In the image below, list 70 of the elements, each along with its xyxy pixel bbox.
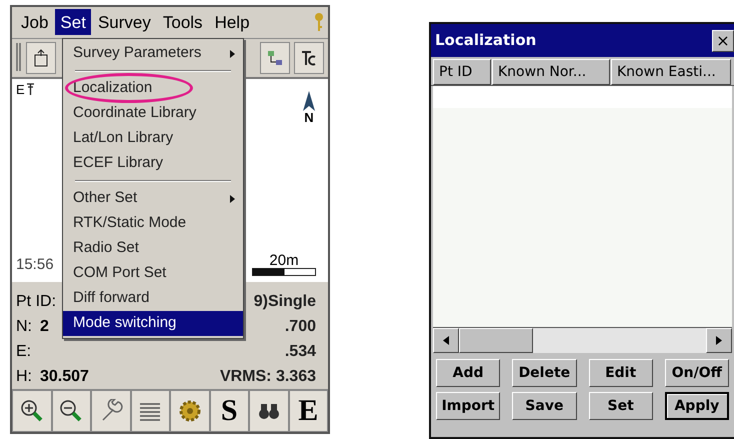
scale-bar-icon [252, 268, 316, 276]
field-label: N: [16, 317, 32, 338]
menu-item[interactable]: Diff forward [63, 286, 243, 311]
field-value: .534 [284, 342, 316, 362]
tc-symbol-icon [300, 49, 318, 68]
dialog-button[interactable]: On/Off [664, 359, 729, 387]
menu-item[interactable]: ECEF Library [63, 151, 243, 176]
dialog-button[interactable]: Import [436, 392, 500, 420]
field-value: .700 [284, 317, 316, 338]
menu-item[interactable]: Survey Parameters [63, 41, 243, 66]
menu-item[interactable]: Radio Set [63, 236, 243, 261]
map-label: E [16, 83, 25, 96]
grip-icon [16, 42, 22, 72]
menu-item[interactable]: Localization [63, 76, 243, 101]
north-arrow-icon [302, 91, 316, 112]
antenna-icon [26, 83, 35, 96]
submenu-arrow-icon [230, 50, 235, 58]
field-label: Pt ID: [16, 292, 56, 312]
menu-bar-item[interactable]: Job [16, 9, 54, 36]
gear-icon [178, 399, 202, 424]
field-value: 30.507 [40, 367, 89, 388]
menu-item[interactable]: Other Set [63, 186, 243, 211]
dialog-button[interactable]: Apply [664, 392, 729, 420]
right-arrow-icon [716, 336, 722, 345]
zoom-out-icon [59, 399, 84, 424]
letter-button[interactable]: E [288, 390, 328, 432]
dialog-button[interactable]: Edit [588, 359, 653, 387]
scroll-right-button[interactable] [706, 328, 732, 353]
dialog-button[interactable]: Add [436, 359, 500, 387]
scroll-thumb[interactable] [459, 328, 533, 353]
dialog-button[interactable]: Save [512, 392, 576, 420]
field-label: E: [16, 342, 32, 362]
menu-item[interactable]: RTK/Static Mode [63, 211, 243, 236]
connection-icon [266, 49, 284, 68]
left-arrow-icon [443, 336, 449, 345]
field-value: 9)Single [254, 292, 316, 312]
tool-button[interactable] [52, 390, 91, 432]
menu-bar-item[interactable]: Set [55, 9, 91, 36]
tool-button[interactable] [91, 390, 130, 432]
menu-bar-item[interactable]: Survey [92, 9, 156, 36]
column-header[interactable]: Pt ID [433, 59, 491, 85]
upload-tool-button[interactable] [26, 42, 56, 74]
dialog-title: Localization [435, 30, 536, 52]
menu-bar-item[interactable]: Help [210, 9, 255, 36]
tool-button[interactable] [249, 390, 288, 432]
menu-item[interactable]: Mode switching [63, 311, 243, 336]
layers-tool-button[interactable] [260, 42, 290, 74]
tool-button[interactable] [170, 390, 210, 432]
tc-tool-button[interactable] [294, 42, 324, 74]
close-button[interactable]: × [712, 30, 734, 52]
field-value: 2 [40, 317, 49, 338]
scale-label: 20m [269, 253, 299, 268]
dialog-button[interactable]: Delete [512, 359, 576, 387]
column-header[interactable]: Known Easti... [611, 59, 731, 85]
field-label: H: [16, 367, 32, 388]
submenu-arrow-icon [230, 194, 235, 202]
menu-bar-item[interactable]: Tools [158, 9, 208, 36]
time-label: 15:56 [16, 254, 54, 275]
tool-button[interactable] [12, 390, 52, 432]
north-label: N [304, 111, 314, 124]
field-value: VRMS: 3.363 [220, 367, 316, 388]
menu-item[interactable]: Lat/Lon Library [63, 126, 243, 151]
zoom-in-icon [20, 399, 44, 424]
scroll-left-button[interactable] [433, 328, 459, 353]
tool-button[interactable] [130, 390, 170, 432]
letter-button[interactable]: S [210, 390, 249, 432]
dialog-button[interactable]: Set [588, 392, 653, 420]
menu-item[interactable]: COM Port Set [63, 261, 243, 286]
menu-item[interactable]: Coordinate Library [63, 101, 243, 126]
column-header[interactable]: Known Nor... [492, 59, 610, 85]
